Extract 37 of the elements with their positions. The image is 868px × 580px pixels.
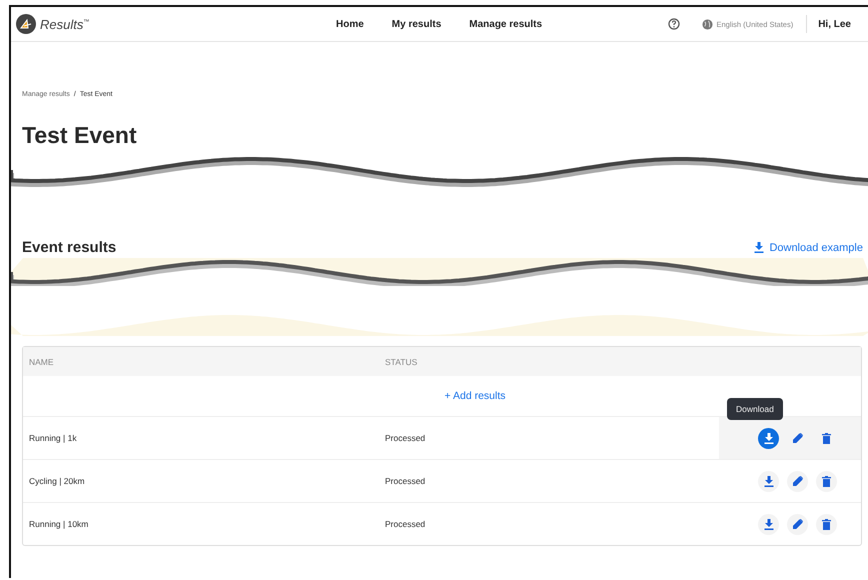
edit-button[interactable] <box>787 514 808 534</box>
trash-icon <box>822 518 831 530</box>
pencil-icon <box>792 433 802 443</box>
nav-link[interactable]: Manage results <box>469 18 542 30</box>
download-button[interactable] <box>758 470 779 492</box>
table-cell-text: Running | 1k <box>28 433 78 443</box>
user-greeting[interactable]: Hi, Lee <box>818 18 851 30</box>
download-icon <box>764 518 774 530</box>
nav-link[interactable]: My results <box>392 18 442 30</box>
column-header: STATUS <box>385 356 418 366</box>
section-title: Event results <box>22 239 116 256</box>
page-title: Test Event <box>22 122 138 149</box>
download-icon <box>754 242 764 253</box>
globe-icon <box>702 18 712 30</box>
trash-icon <box>822 432 831 444</box>
table-cell-text: Running | 10km <box>28 519 90 529</box>
logo-text[interactable]: Results$^{™}$ <box>40 16 90 32</box>
table-cell-text: Cycling | 20km <box>28 476 86 486</box>
download-button[interactable] <box>758 514 779 534</box>
delete-button[interactable] <box>816 514 837 534</box>
table-cell-text: Processed <box>385 433 426 443</box>
download-icon <box>764 432 774 444</box>
add-results-link[interactable]: + Add results <box>378 390 506 402</box>
tooltip: Download <box>727 398 783 420</box>
help-icon[interactable] <box>668 18 680 30</box>
edit-button[interactable] <box>787 470 808 492</box>
table-cell-text: Processed <box>385 519 426 529</box>
pencil-icon <box>792 476 802 486</box>
table-cell-text: Processed <box>385 476 426 486</box>
nav-link[interactable]: Home <box>336 18 364 30</box>
logo-icon <box>16 14 36 34</box>
download-icon <box>764 476 774 486</box>
download-example-link[interactable]: Download example <box>754 242 863 254</box>
trash-icon <box>822 476 831 486</box>
delete-button[interactable] <box>816 470 837 492</box>
column-header: NAME <box>28 356 55 366</box>
pencil-icon <box>792 519 802 529</box>
